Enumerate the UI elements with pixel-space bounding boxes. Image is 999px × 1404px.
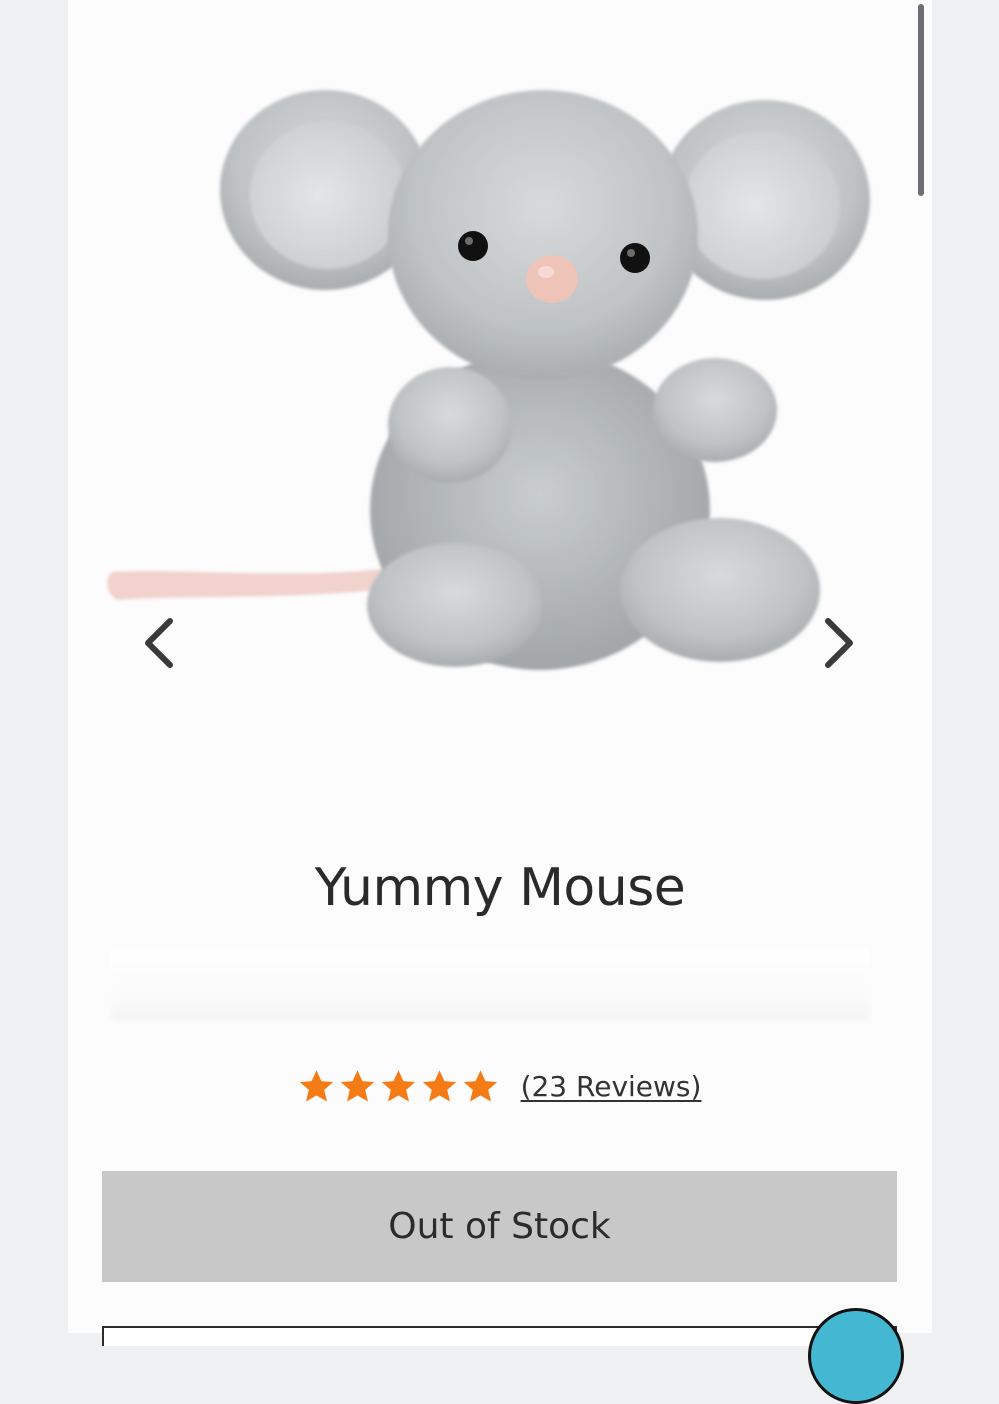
star-icon [299, 1070, 333, 1102]
star-icon [340, 1070, 374, 1102]
product-title: Yummy Mouse [314, 858, 686, 918]
blurred-price-area [110, 948, 870, 1020]
product-image [107, 90, 870, 670]
reviews-link[interactable]: (23 Reviews) [521, 1070, 702, 1103]
chevron-left-icon[interactable] [140, 615, 180, 671]
star-icon [381, 1070, 415, 1102]
star-icon [422, 1070, 456, 1102]
scrollbar[interactable] [918, 4, 924, 196]
out-of-stock-button[interactable]: Out of Stock [102, 1171, 897, 1282]
secondary-button[interactable] [102, 1326, 897, 1346]
star-rating [298, 1068, 499, 1105]
chat-icon[interactable] [808, 1308, 904, 1404]
rating-row: (23 Reviews) [0, 1068, 999, 1105]
star-icon [463, 1070, 497, 1102]
chevron-right-icon[interactable] [818, 615, 858, 671]
